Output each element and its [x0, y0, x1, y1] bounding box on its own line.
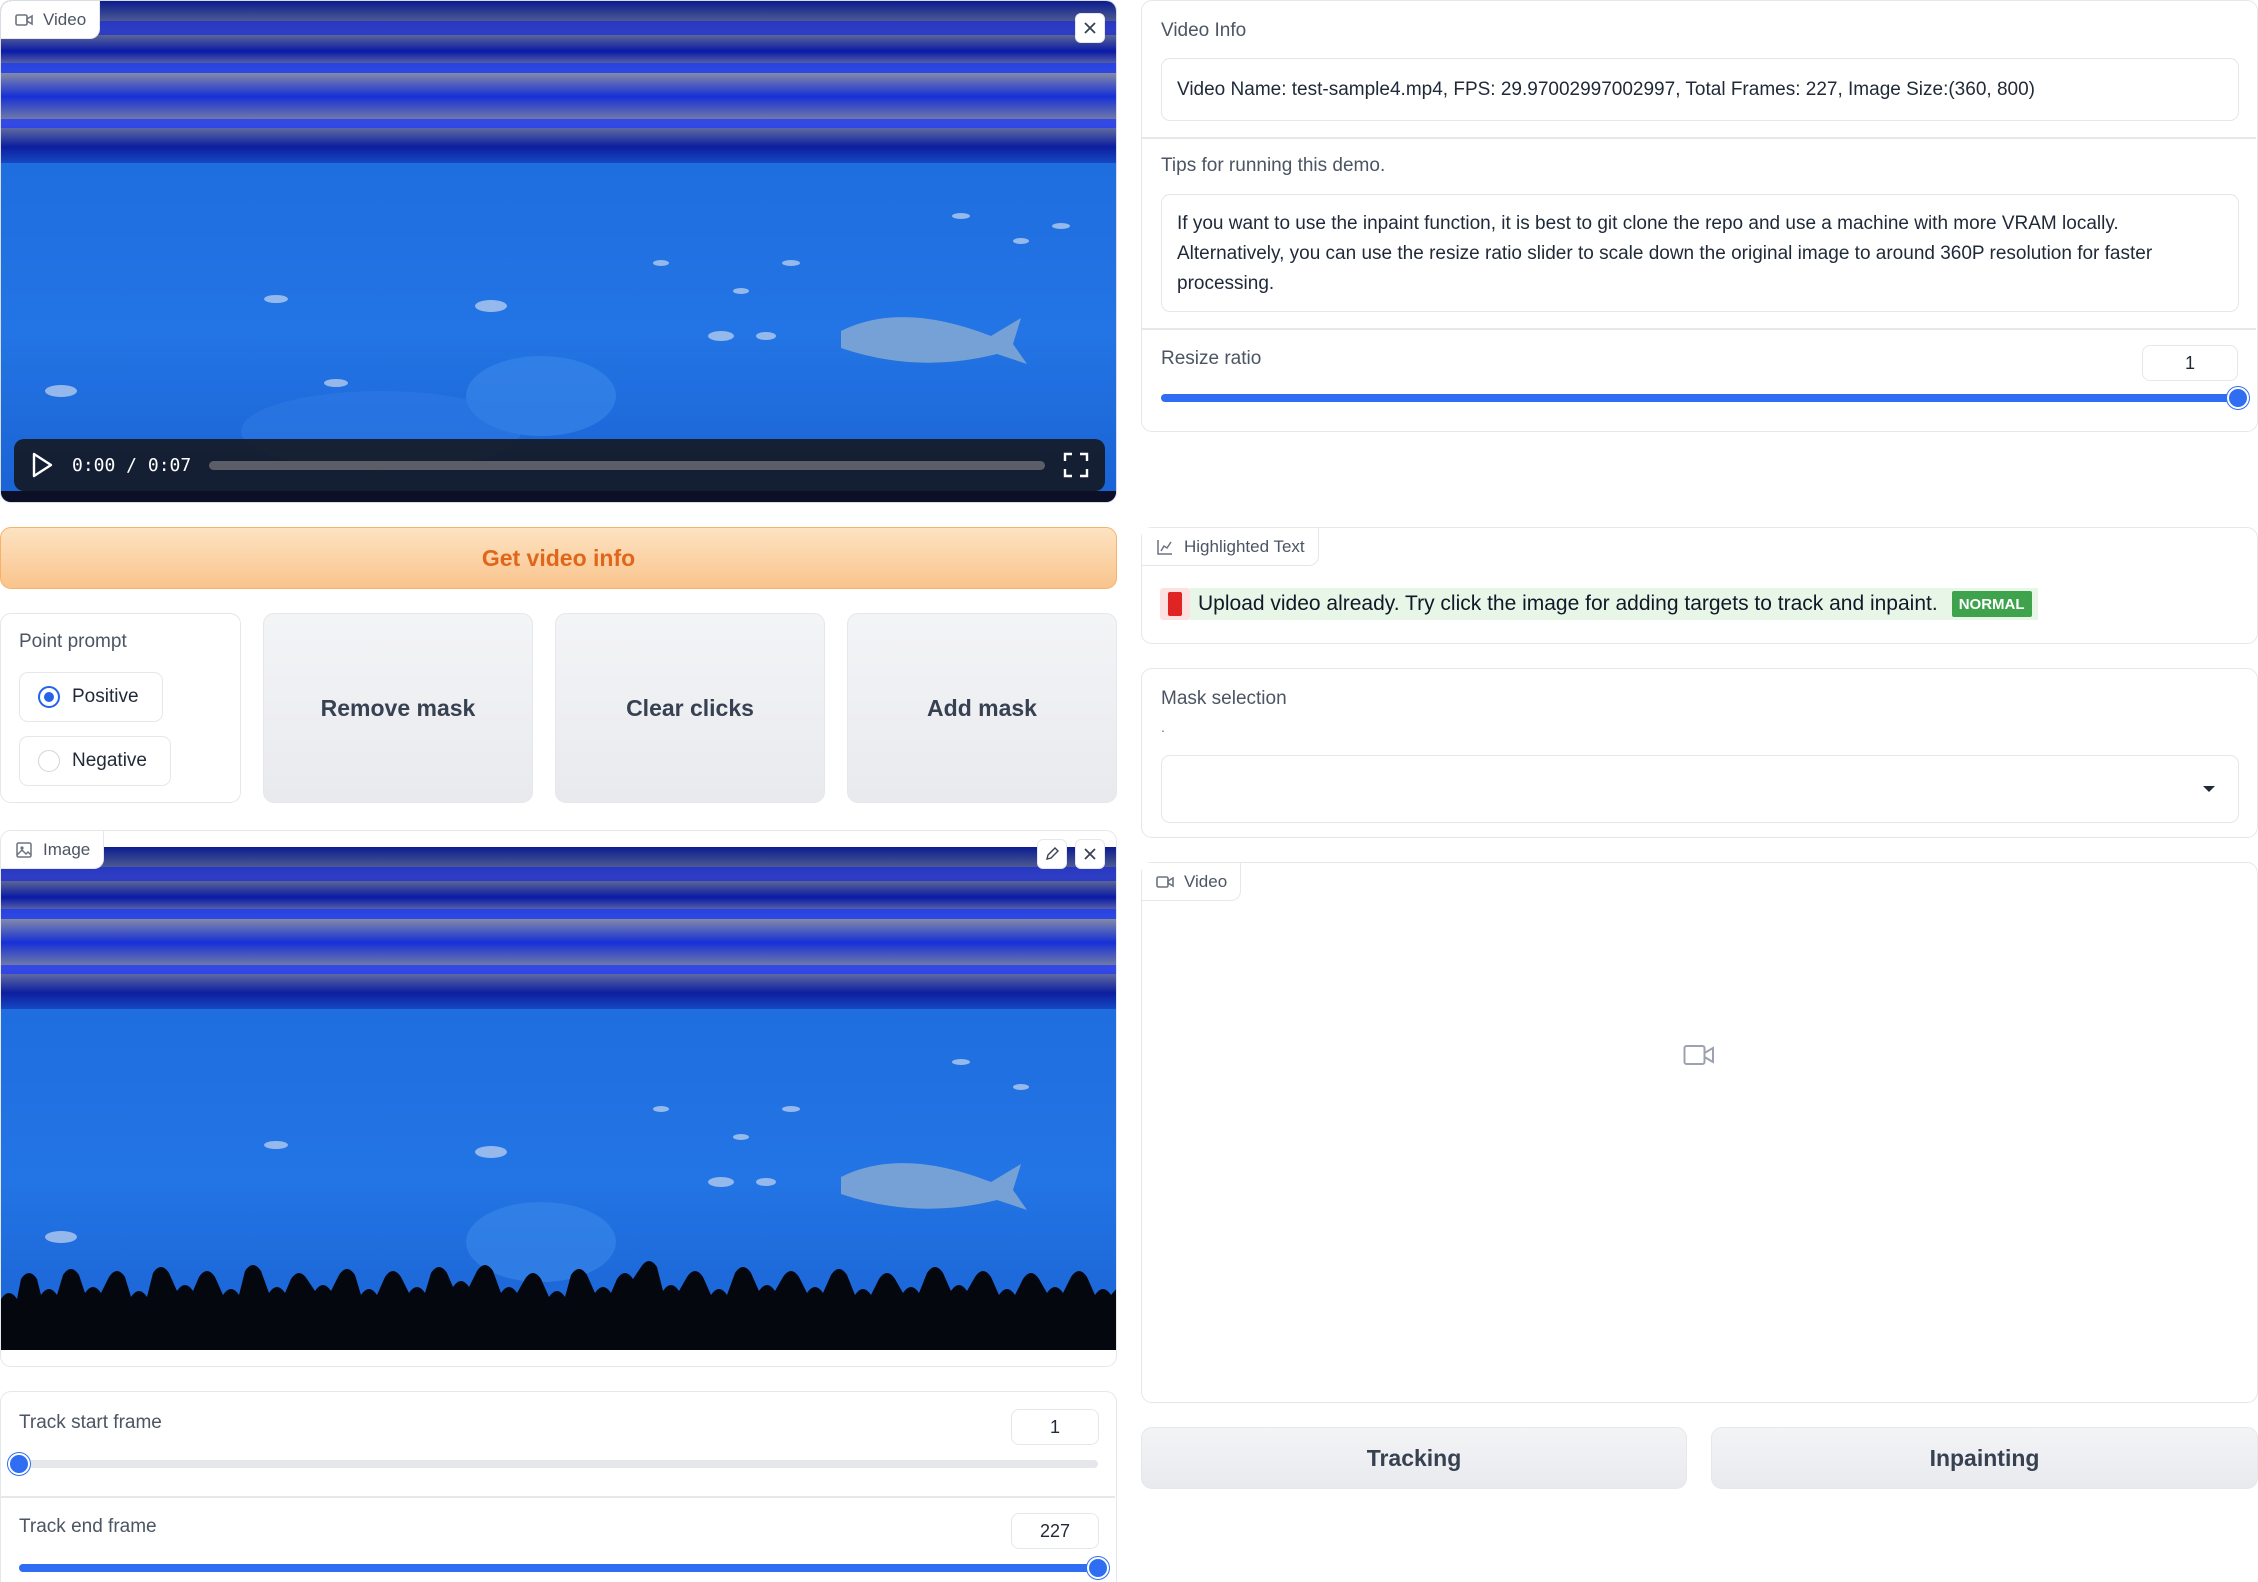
video-input-panel: Video 0:00 / 0:07 [0, 0, 1117, 503]
radio-positive-label: Positive [72, 686, 139, 707]
track-end-slider-fill [19, 1564, 1098, 1572]
highlighted-text-tag-label: Highlighted Text [1184, 536, 1305, 556]
radio-negative[interactable]: Negative [19, 736, 171, 786]
video-frame [1, 1, 1116, 502]
video-player[interactable]: Video 0:00 / 0:07 [1, 1, 1116, 502]
video-icon [15, 13, 33, 26]
video-placeholder-icon [1683, 1045, 1714, 1065]
close-video-button[interactable] [1075, 13, 1105, 43]
point-prompt-label: Point prompt [19, 631, 127, 652]
video-input-label: Video [43, 9, 87, 29]
status-color-chip [1160, 588, 1190, 620]
track-divider [1, 1496, 1115, 1498]
resize-ratio-label: Resize ratio [1161, 348, 1262, 369]
track-start-input[interactable]: 1 [1011, 1409, 1099, 1445]
add-mask-button[interactable]: Add mask [847, 613, 1117, 803]
mask-selection-label: Mask selection [1161, 688, 1287, 709]
radio-negative-label: Negative [72, 750, 147, 771]
track-end-slider-thumb[interactable] [1087, 1557, 1109, 1579]
video-controls: 0:00 / 0:07 [14, 439, 1105, 491]
edit-icon [1046, 847, 1059, 860]
mask-selection-panel: Mask selection . [1141, 668, 2258, 838]
highlighted-text-row: Upload video already. Try click the imag… [1160, 586, 2038, 622]
track-end-input[interactable]: 227 [1011, 1513, 1099, 1549]
resize-ratio-slider-thumb[interactable] [2227, 387, 2249, 409]
video-info-label: Video Info [1161, 20, 1247, 41]
video-output-panel: Video [1141, 862, 2258, 1403]
dropdown-caret-icon [2203, 786, 2215, 792]
highlighted-text-panel: Highlighted Text Upload video already. T… [1141, 527, 2258, 644]
info-divider-2 [1142, 328, 2256, 330]
resize-ratio-slider-fill [1161, 394, 2238, 402]
status-badge: NORMAL [1951, 591, 2032, 617]
tips-label: Tips for running this demo. [1161, 155, 1386, 176]
radio-positive-indicator [38, 686, 60, 708]
clear-clicks-button[interactable]: Clear clicks [555, 613, 825, 803]
status-message: Upload video already. Try click the imag… [1190, 588, 1948, 620]
track-end-slider[interactable] [19, 1557, 1109, 1579]
radio-negative-indicator [38, 750, 60, 772]
video-progress-bar[interactable] [209, 460, 1045, 470]
chart-icon [1157, 539, 1172, 555]
mask-selection-dropdown[interactable] [1161, 755, 2239, 823]
video-input-tag: Video [1, 1, 101, 39]
video-icon [1156, 875, 1174, 888]
close-icon [1084, 22, 1096, 34]
get-video-info-button[interactable]: Get video info [0, 527, 1117, 589]
edit-image-button[interactable] [1037, 839, 1067, 869]
tracking-label: Tracking [1366, 1444, 1462, 1471]
image-canvas[interactable] [1, 847, 1116, 1350]
tips-field[interactable]: If you want to use the inpaint function,… [1161, 194, 2239, 312]
track-frame-panel: Track start frame 1 Track end frame 227 [0, 1391, 1117, 1582]
resize-ratio-slider[interactable] [1161, 387, 2249, 409]
close-icon [1084, 848, 1096, 860]
highlighted-text-segment: Upload video already. Try click the imag… [1190, 588, 2038, 620]
inpainting-label: Inpainting [1929, 1444, 2040, 1471]
track-start-slider[interactable] [8, 1453, 1098, 1475]
video-output-tag-label: Video [1184, 871, 1228, 891]
image-tag: Image [1, 831, 105, 869]
radio-positive[interactable]: Positive [19, 672, 163, 722]
image-panel: Image [0, 830, 1117, 1367]
video-time-display: 0:00 / 0:07 [72, 454, 192, 476]
track-end-label: Track end frame [19, 1516, 157, 1537]
remove-mask-label: Remove mask [320, 694, 476, 721]
image-icon [16, 841, 32, 858]
info-panel: Video Info Video Name: test-sample4.mp4,… [1141, 0, 2258, 432]
mask-selection-info: . [1161, 719, 1165, 735]
inpainting-button[interactable]: Inpainting [1711, 1427, 2258, 1489]
resize-ratio-input[interactable]: 1 [2142, 345, 2238, 381]
point-prompt-panel: Point prompt Positive Negative [0, 613, 241, 803]
add-mask-label: Add mask [927, 694, 1037, 721]
get-video-info-label: Get video info [481, 544, 636, 571]
image-frame [1, 847, 1116, 1350]
highlighted-text-tag: Highlighted Text [1142, 528, 1319, 566]
remove-mask-button[interactable]: Remove mask [263, 613, 533, 803]
close-image-button[interactable] [1075, 839, 1105, 869]
track-start-label: Track start frame [19, 1412, 162, 1433]
tracking-button[interactable]: Tracking [1141, 1427, 1687, 1489]
image-tag-label: Image [43, 839, 91, 859]
fullscreen-icon[interactable] [1063, 452, 1089, 478]
play-icon[interactable] [30, 452, 54, 478]
info-divider-1 [1142, 137, 2256, 139]
video-info-field[interactable]: Video Name: test-sample4.mp4, FPS: 29.97… [1161, 58, 2239, 121]
track-start-slider-thumb[interactable] [8, 1453, 30, 1475]
video-output-tag: Video [1142, 863, 1242, 901]
clear-clicks-label: Clear clicks [626, 694, 754, 721]
